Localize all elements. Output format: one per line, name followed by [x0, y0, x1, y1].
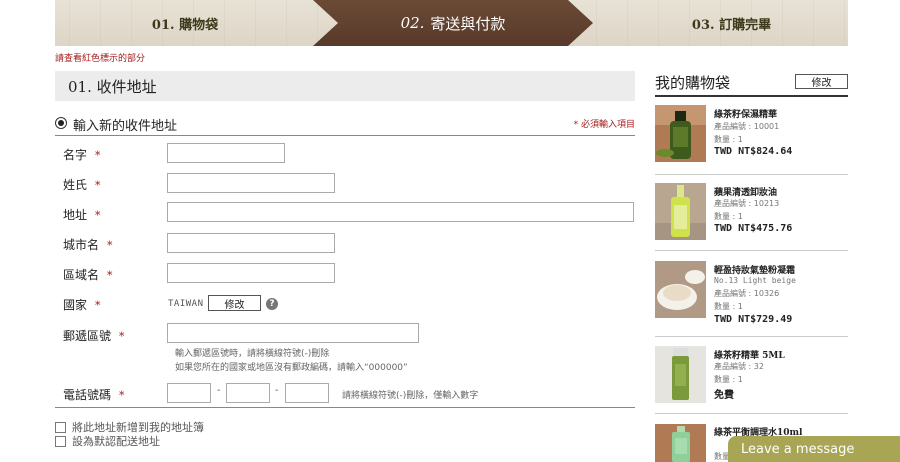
- item-divider: [655, 413, 848, 414]
- item-price: 免費: [714, 390, 734, 401]
- item-name[interactable]: 綠茶籽精華 5ML: [714, 348, 785, 361]
- required-note: * 必須輸入項目: [573, 120, 635, 130]
- step-cart: 01. 購物袋: [151, 17, 219, 33]
- checkout-steps: 01. 購物袋 02. 寄送與付款 03. 訂購完畢: [55, 0, 848, 46]
- required-marker: *: [119, 330, 125, 343]
- address-option-row: 輸入新的收件地址 * 必須輸入項目: [55, 114, 635, 136]
- phone-dash: -: [217, 385, 221, 396]
- step-label: 寄送與付款: [430, 14, 506, 33]
- save-address-checkbox[interactable]: [55, 421, 66, 433]
- item-qty: 數量 : 1: [714, 135, 743, 144]
- item-code: 產品編號 : 10326: [714, 289, 780, 298]
- cart-item: 綠茶籽保濕精華 產品編號 : 10001 數量 : 1 TWD NT$824.6…: [655, 105, 848, 170]
- postcode-input[interactable]: [167, 323, 419, 343]
- step-number: 02.: [400, 14, 425, 32]
- cart-title: 我的購物袋: [655, 74, 731, 92]
- postcode-hint-line2: 如果您所在的國家或地區沒有郵政編碼，請輸入“000000”: [175, 363, 408, 373]
- last-name-input[interactable]: [167, 173, 335, 193]
- phone-input-2[interactable]: [226, 383, 270, 403]
- item-name[interactable]: 輕盈持妝氣墊粉凝霜: [714, 263, 795, 276]
- default-address-checkbox[interactable]: [55, 435, 66, 447]
- item-name[interactable]: 蘋果清透卸妝油: [714, 185, 777, 198]
- item-qty: 數量 : 1: [714, 375, 743, 384]
- last-name-label: 姓氏 *: [63, 178, 101, 192]
- step-order-complete: 03. 訂購完畢: [691, 17, 772, 33]
- new-address-radio[interactable]: [55, 117, 67, 129]
- address-label: 地址 *: [63, 208, 101, 222]
- first-name-label: 名字 *: [63, 148, 101, 162]
- item-code: 產品編號 : 32: [714, 362, 764, 371]
- item-name[interactable]: 綠茶籽保濕精華: [714, 107, 777, 120]
- required-marker: *: [107, 239, 113, 252]
- first-name-input[interactable]: [167, 143, 285, 163]
- cart-item: 蘋果清透卸妝油 產品編號 : 10213 數量 : 1 TWD NT$475.7…: [655, 183, 848, 243]
- help-icon[interactable]: ?: [266, 298, 278, 310]
- item-qty: 數量 : 1: [714, 212, 743, 221]
- postcode-label: 郵遞區號 *: [63, 329, 125, 343]
- new-address-label[interactable]: 輸入新的收件地址: [73, 115, 177, 134]
- region-input[interactable]: [167, 263, 335, 283]
- phone-input-1[interactable]: [167, 383, 211, 403]
- required-marker: *: [119, 389, 125, 402]
- section-title: 01. 收件地址: [55, 71, 635, 101]
- item-qty: 數量 : 1: [714, 302, 743, 311]
- cart-item: 輕盈持妝氣墊粉凝霜 No.13 Light beige 產品編號 : 10326…: [655, 261, 848, 326]
- city-label: 城市名 *: [63, 238, 113, 252]
- required-marker: *: [95, 179, 101, 192]
- product-image: [655, 424, 706, 462]
- item-price: TWD NT$475.76: [714, 223, 793, 234]
- item-code: 產品編號 : 10001: [714, 122, 780, 131]
- required-marker: *: [95, 209, 101, 222]
- cart-edit-button[interactable]: 修改: [795, 74, 848, 89]
- product-image: [655, 346, 706, 403]
- cart-divider: [655, 95, 848, 97]
- default-address-option[interactable]: 設為默認配送地址: [55, 433, 160, 449]
- address-input[interactable]: [167, 202, 634, 222]
- country-label: 國家 *: [63, 298, 101, 312]
- default-address-label: 設為默認配送地址: [72, 435, 160, 448]
- country-value: TAIWAN: [168, 299, 204, 309]
- item-code: 產品編號 : 10213: [714, 199, 780, 208]
- item-price: TWD NT$729.49: [714, 314, 793, 325]
- required-marker: *: [107, 269, 113, 282]
- step-shipping-payment-active: 02. 寄送與付款: [313, 0, 593, 46]
- item-price: TWD NT$824.64: [714, 146, 793, 157]
- cart-item: 綠茶籽精華 5ML 產品編號 : 32 數量 : 1 免費: [655, 346, 848, 406]
- phone-hint: 請將橫線符號(-)刪除，僅輸入數字: [342, 391, 479, 401]
- divider: [55, 407, 635, 408]
- item-divider: [655, 174, 848, 175]
- region-label: 區域名 *: [63, 268, 113, 282]
- error-notice: 請查看紅色標示的部分: [55, 54, 146, 64]
- item-variant: No.13 Light beige: [714, 276, 796, 285]
- product-image: [655, 261, 706, 318]
- required-marker: *: [95, 149, 101, 162]
- required-marker: *: [95, 299, 101, 312]
- item-divider: [655, 336, 848, 337]
- product-image: [655, 105, 706, 162]
- phone-dash: -: [275, 385, 279, 396]
- phone-input-3[interactable]: [285, 383, 329, 403]
- country-edit-button[interactable]: 修改: [208, 295, 261, 311]
- postcode-hint-line1: 輸入郵遞區號時，請將橫線符號(-)刪除: [175, 349, 330, 359]
- chat-widget-button[interactable]: Leave a message: [728, 436, 900, 462]
- phone-label: 電話號碼 *: [63, 388, 125, 402]
- item-divider: [655, 250, 848, 251]
- product-image: [655, 183, 706, 240]
- city-input[interactable]: [167, 233, 335, 253]
